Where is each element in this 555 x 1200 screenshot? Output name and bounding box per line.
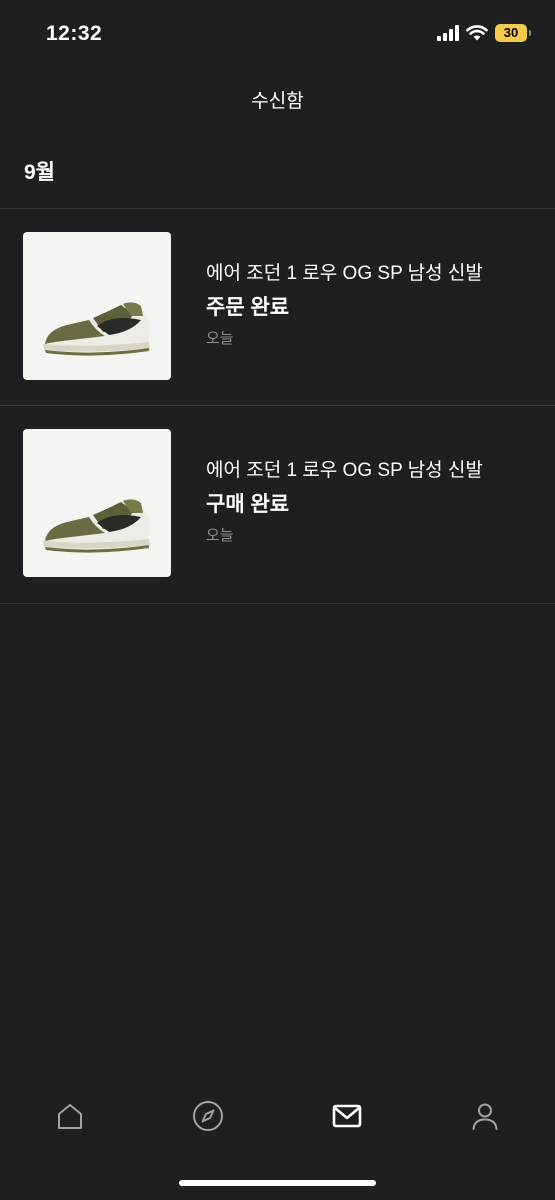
notification-time: 오늘 [206, 330, 234, 347]
notification-text: 에어 조던 1 로우 OG SP 남성 신발 주문 완료 오늘 [206, 261, 483, 348]
sneaker-image [23, 232, 171, 380]
tab-profile[interactable] [455, 1085, 515, 1147]
status-bar: 12:32 30 [0, 0, 555, 70]
home-icon [58, 1104, 82, 1129]
cellular-signal-icon [437, 25, 459, 41]
notification-title: 주문 완료 [206, 296, 290, 319]
battery-icon: 30 [495, 24, 531, 42]
notification-text: 에어 조던 1 로우 OG SP 남성 신발 구매 완료 오늘 [206, 458, 483, 545]
tab-home[interactable] [40, 1085, 100, 1147]
status-time: 12:32 [46, 22, 103, 45]
page-title: 수신함 [251, 91, 304, 112]
profile-icon [472, 1103, 498, 1130]
tab-bar [0, 1085, 555, 1147]
section-month-label: 9월 [24, 161, 55, 184]
tab-inbox[interactable] [317, 1085, 377, 1147]
notification-item[interactable]: 에어 조던 1 로우 OG SP 남성 신발 주문 완료 오늘 [0, 209, 555, 405]
divider [0, 603, 555, 604]
home-indicator [179, 1180, 376, 1186]
notification-title: 구매 완료 [206, 493, 290, 516]
sneaker-image [23, 429, 171, 577]
wifi-icon [466, 25, 488, 41]
notification-time: 오늘 [206, 527, 234, 544]
product-name: 에어 조던 1 로우 OG SP 남성 신발 [206, 263, 483, 284]
status-icons: 30 [437, 24, 531, 42]
tab-discover[interactable] [178, 1085, 238, 1147]
notification-item[interactable]: 에어 조던 1 로우 OG SP 남성 신발 구매 완료 오늘 [0, 406, 555, 602]
compass-icon [193, 1101, 223, 1131]
inbox-mail-icon [332, 1104, 362, 1128]
product-name: 에어 조던 1 로우 OG SP 남성 신발 [206, 460, 483, 481]
